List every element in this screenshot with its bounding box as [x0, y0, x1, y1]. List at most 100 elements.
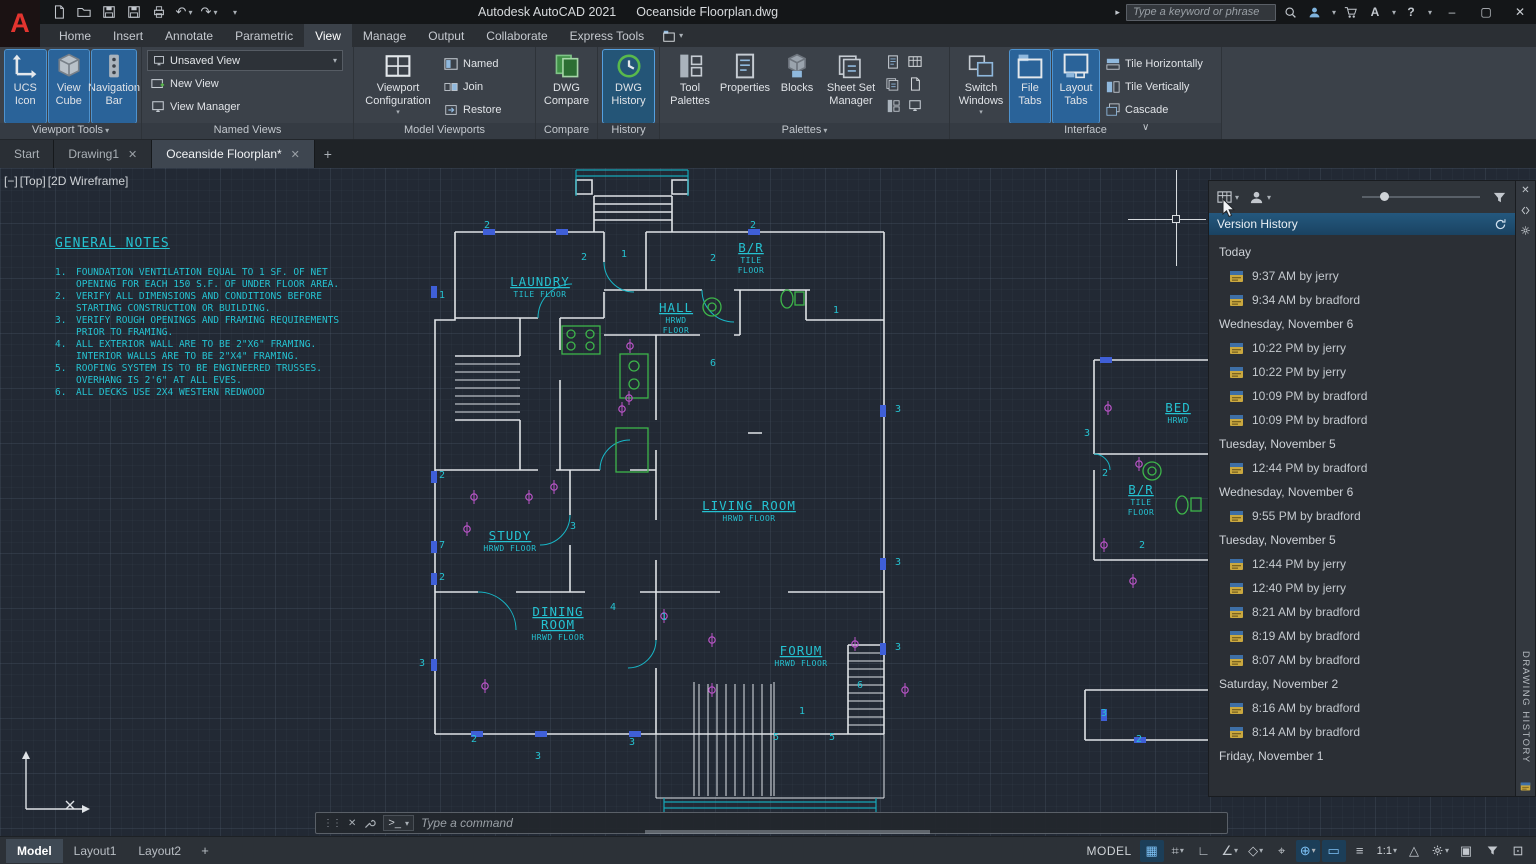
refresh-icon[interactable]	[1494, 218, 1507, 231]
version-entry[interactable]: 12:44 PM by bradford	[1209, 456, 1515, 480]
open-button[interactable]	[73, 2, 95, 22]
menu-tab-express-tools[interactable]: Express Tools	[559, 24, 655, 47]
qat-customize-button[interactable]: ▾	[223, 2, 245, 22]
viewport-visual-style-control[interactable]: [2D Wireframe]	[48, 174, 129, 188]
version-entry[interactable]: 8:21 AM by bradford	[1209, 600, 1515, 624]
ucs-icon-toggle[interactable]: UCS Icon	[4, 49, 47, 124]
viewport-minimize-control[interactable]: [−]	[4, 174, 18, 188]
version-entry[interactable]: 8:19 AM by bradford	[1209, 624, 1515, 648]
tool-palettes-button[interactable]: Tool Palettes	[665, 50, 715, 123]
menu-tab-manage[interactable]: Manage	[352, 24, 417, 47]
viewport-view-control[interactable]: [Top]	[20, 174, 46, 188]
version-entry[interactable]: 12:40 PM by jerry	[1209, 576, 1515, 600]
tile-vertically-button[interactable]: Tile Vertically	[1102, 77, 1207, 97]
snap-mode-toggle[interactable]: ⌗ ▾	[1166, 840, 1190, 862]
viewport-configuration-button[interactable]: Viewport Configuration ▾	[359, 50, 437, 123]
navigation-bar-toggle[interactable]: Navigation Bar	[88, 49, 140, 124]
app-store-cart-icon[interactable]	[1342, 3, 1360, 21]
version-entry[interactable]: 9:37 AM by jerry	[1209, 264, 1515, 288]
menu-tab-insert[interactable]: Insert	[102, 24, 154, 47]
sheet-set-manager-button[interactable]: Sheet Set Manager	[822, 50, 880, 123]
annotation-monitor-toggle[interactable]: ▣	[1454, 840, 1478, 862]
grid-display-toggle[interactable]: ▦	[1139, 839, 1164, 862]
command-line-customize-icon[interactable]	[363, 817, 376, 830]
view-manager-button[interactable]: View Manager	[147, 97, 343, 117]
new-layout-button[interactable]: +	[194, 843, 216, 858]
menu-tab-annotate[interactable]: Annotate	[154, 24, 224, 47]
version-range-slider[interactable]	[1362, 192, 1480, 201]
panel-label-model-viewports[interactable]: Model Viewports	[354, 123, 535, 139]
lineweight-toggle[interactable]: ▭	[1321, 839, 1346, 862]
palette-tab-label[interactable]: DRAWING HISTORY	[1520, 651, 1531, 764]
help-icon[interactable]: ?	[1402, 3, 1420, 21]
named-viewport-button[interactable]: Named	[440, 54, 506, 74]
isometric-drafting-toggle[interactable]: ◇ ▾	[1244, 840, 1268, 862]
blocks-button[interactable]: Blocks	[775, 50, 819, 123]
infer-constraints-toggle[interactable]: ∟	[1192, 840, 1216, 862]
panel-label-viewport-tools[interactable]: Viewport Tools ▾	[0, 123, 141, 139]
panel-label-named-views[interactable]: Named Views	[142, 123, 353, 139]
ribbon-tab-options[interactable]: ▾	[655, 24, 691, 47]
maximize-button[interactable]: ▢	[1472, 0, 1500, 24]
clean-screen-toggle[interactable]: ⊡	[1506, 840, 1530, 862]
file-tab-close-icon[interactable]: ✕	[128, 148, 137, 161]
command-line-close-icon[interactable]: ✕	[348, 818, 356, 829]
dwg-history-button[interactable]: DWG History	[602, 49, 655, 124]
properties-button[interactable]: Properties	[718, 50, 772, 123]
ribbon-collapse-chevron[interactable]: ∨	[1142, 122, 1149, 133]
search-collapse-arrow[interactable]: ▸	[1115, 7, 1120, 18]
panel-label-interface[interactable]: Interface	[950, 123, 1221, 139]
save-as-button[interactable]	[123, 2, 145, 22]
external-refs-palette-button[interactable]	[883, 74, 903, 94]
menu-tab-output[interactable]: Output	[417, 24, 475, 47]
tile-horizontally-button[interactable]: Tile Horizontally	[1102, 54, 1207, 74]
design-center-palette-button[interactable]	[883, 96, 903, 116]
workspace-switching-button[interactable]: ▾	[1428, 840, 1452, 862]
version-entry[interactable]: 10:22 PM by jerry	[1209, 336, 1515, 360]
command-line-grip[interactable]: ⋮⋮	[323, 818, 342, 829]
file-tabs-toggle[interactable]: File Tabs	[1009, 49, 1051, 124]
model-space-button[interactable]: MODEL	[1086, 844, 1131, 858]
version-entry[interactable]: 10:09 PM by bradford	[1209, 384, 1515, 408]
new-file-tab-button[interactable]: +	[315, 140, 341, 168]
palette-properties-gear-icon[interactable]	[1520, 225, 1531, 236]
new-drawing-button[interactable]	[48, 2, 70, 22]
annotation-scale-button[interactable]: 1:1 ▾	[1374, 840, 1400, 862]
palette-close-icon[interactable]: ✕	[1521, 186, 1529, 196]
version-entry[interactable]: 8:07 AM by bradford	[1209, 648, 1515, 672]
restore-viewport-button[interactable]: Restore	[440, 100, 506, 120]
canvas-horizontal-scrollbar[interactable]	[645, 830, 930, 834]
search-input[interactable]	[1125, 3, 1276, 21]
menu-tab-collaborate[interactable]: Collaborate	[475, 24, 558, 47]
annotation-visibility-toggle[interactable]: △	[1402, 840, 1426, 862]
autocad-logo[interactable]: A	[0, 0, 40, 47]
dwg-compare-button[interactable]: DWG Compare	[541, 50, 592, 123]
file-tab-close-icon[interactable]: ✕	[291, 148, 300, 161]
search-icon[interactable]	[1282, 3, 1300, 21]
sign-in-icon[interactable]	[1306, 3, 1324, 21]
sign-in-caret[interactable]: ▾	[1332, 8, 1336, 17]
count-palette-button[interactable]	[905, 96, 925, 116]
undo-button[interactable]: ↶ ▾	[173, 2, 195, 22]
version-entry[interactable]: 8:16 AM by bradford	[1209, 696, 1515, 720]
layout-tab-layout1[interactable]: Layout1	[63, 839, 128, 863]
menu-tab-view[interactable]: View	[304, 24, 352, 47]
command-input[interactable]	[420, 816, 1220, 830]
version-entry[interactable]: 9:55 PM by bradford	[1209, 504, 1515, 528]
version-entry[interactable]: 8:14 AM by bradford	[1209, 720, 1515, 744]
menu-tab-parametric[interactable]: Parametric	[224, 24, 304, 47]
file-tab-drawing1[interactable]: Drawing1 ✕	[54, 140, 153, 168]
version-entry[interactable]: 10:09 PM by bradford	[1209, 408, 1515, 432]
menu-tab-home[interactable]: Home	[48, 24, 102, 47]
redo-button[interactable]: ↷ ▾	[198, 2, 220, 22]
panel-label-history[interactable]: History	[598, 123, 659, 139]
file-tab-start[interactable]: Start	[0, 140, 55, 168]
polar-tracking-toggle[interactable]: ∠ ▾	[1218, 840, 1242, 862]
layout-tabs-toggle[interactable]: Layout Tabs	[1052, 49, 1100, 124]
user-filter-button[interactable]: ▾	[1249, 190, 1271, 205]
view-cube-toggle[interactable]: View Cube	[47, 49, 90, 124]
object-isolate-button[interactable]	[1480, 840, 1504, 862]
layout-tab-model[interactable]: Model	[6, 838, 63, 863]
object-snap-toggle[interactable]: ⊕ ▾	[1295, 839, 1320, 862]
close-button[interactable]: ✕	[1506, 0, 1534, 24]
